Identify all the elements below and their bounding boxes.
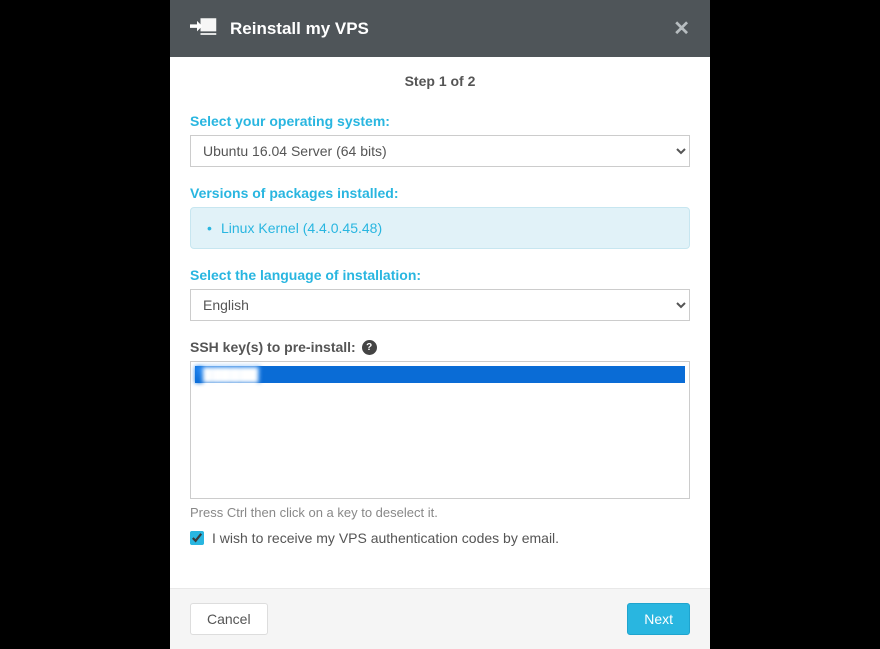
email-checkbox[interactable]	[190, 531, 204, 545]
os-select[interactable]: Ubuntu 16.04 Server (64 bits)	[190, 135, 690, 167]
cancel-button[interactable]: Cancel	[190, 603, 268, 635]
modal-header: Reinstall my VPS ✕	[170, 0, 710, 57]
os-group: Select your operating system: Ubuntu 16.…	[190, 113, 690, 167]
email-checkbox-row: I wish to receive my VPS authentication …	[190, 530, 690, 546]
reinstall-vps-modal: Reinstall my VPS ✕ Step 1 of 2 Select yo…	[170, 0, 710, 649]
ssh-label: SSH key(s) to pre-install:	[190, 339, 356, 355]
ssh-key-list[interactable]: ██████	[190, 361, 690, 499]
install-icon	[190, 17, 218, 40]
packages-info-box: Linux Kernel (4.4.0.45.48)	[190, 207, 690, 249]
close-icon[interactable]: ✕	[673, 16, 690, 41]
step-indicator: Step 1 of 2	[190, 73, 690, 89]
help-icon[interactable]: ?	[362, 340, 377, 355]
email-checkbox-label[interactable]: I wish to receive my VPS authentication …	[212, 530, 559, 546]
ssh-group: SSH key(s) to pre-install: ? ██████ Pres…	[190, 339, 690, 546]
language-group: Select the language of installation: Eng…	[190, 267, 690, 321]
next-button[interactable]: Next	[627, 603, 690, 635]
language-label: Select the language of installation:	[190, 267, 690, 283]
ssh-hint: Press Ctrl then click on a key to desele…	[190, 505, 690, 520]
language-select[interactable]: English	[190, 289, 690, 321]
modal-body: Step 1 of 2 Select your operating system…	[170, 57, 710, 588]
os-label: Select your operating system:	[190, 113, 690, 129]
modal-footer: Cancel Next	[170, 588, 710, 649]
package-item: Linux Kernel (4.4.0.45.48)	[207, 220, 673, 236]
modal-title: Reinstall my VPS	[230, 19, 369, 39]
packages-label: Versions of packages installed:	[190, 185, 690, 201]
ssh-key-item[interactable]: ██████	[195, 366, 260, 383]
packages-group: Versions of packages installed: Linux Ke…	[190, 185, 690, 249]
